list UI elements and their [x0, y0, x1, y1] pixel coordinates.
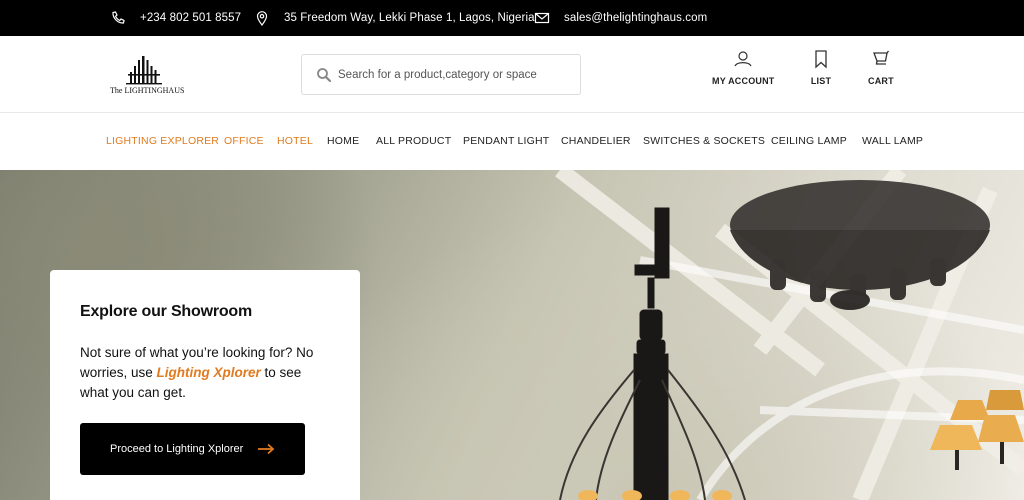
address-text: 35 Freedom Way, Lekki Phase 1, Lagos, Ni… [284, 12, 535, 24]
email-contact[interactable]: sales@thelightinghaus.com [534, 0, 707, 36]
cart-button[interactable]: CART [868, 48, 894, 86]
site-header: The LIGHTINGHAUS MY ACCOUNT LIST CART [0, 36, 1024, 113]
mail-icon [534, 12, 550, 24]
my-account-button[interactable]: MY ACCOUNT [712, 48, 775, 86]
contact-bar: +234 802 501 8557 35 Freedom Way, Lekki … [0, 0, 1024, 36]
cart-label: CART [868, 76, 894, 86]
list-button[interactable]: LIST [810, 48, 832, 86]
nav-lighting-explorer[interactable]: LIGHTING EXPLORER [106, 113, 219, 170]
list-label: LIST [810, 76, 832, 86]
showroom-card: Explore our Showroom Not sure of what yo… [50, 270, 360, 500]
logo-wordmark: The LIGHTINGHAUS [110, 86, 184, 95]
card-title: Explore our Showroom [80, 303, 253, 320]
site-logo[interactable]: The LIGHTINGHAUS [108, 54, 190, 96]
nav-home[interactable]: HOME [327, 113, 359, 170]
nav-chandelier[interactable]: CHANDELIER [561, 113, 631, 170]
phone-number: +234 802 501 8557 [140, 12, 242, 24]
nav-pendant-light[interactable]: PENDANT LIGHT [463, 113, 549, 170]
bookmark-icon [815, 50, 827, 69]
address-contact: 35 Freedom Way, Lekki Phase 1, Lagos, Ni… [254, 0, 535, 36]
cart-icon [872, 50, 889, 65]
nav-hotel[interactable]: HOTEL [277, 113, 313, 170]
arrow-right-icon [258, 443, 275, 455]
search-icon [317, 67, 332, 82]
nav-ceiling-lamp[interactable]: CEILING LAMP [771, 113, 847, 170]
phone-icon [112, 11, 125, 24]
my-account-label: MY ACCOUNT [712, 76, 775, 86]
proceed-to-lighting-xplorer-button[interactable]: Proceed to Lighting Xplorer [80, 423, 305, 475]
email-address: sales@thelightinghaus.com [564, 12, 708, 24]
nav-office[interactable]: OFFICE [224, 113, 264, 170]
main-nav: LIGHTING EXPLORER OFFICE HOTEL HOME ALL … [0, 113, 1024, 170]
nav-wall-lamp[interactable]: WALL LAMP [862, 113, 923, 170]
nav-all-product[interactable]: ALL PRODUCT [376, 113, 451, 170]
lighting-xplorer-link[interactable]: Lighting Xplorer [157, 365, 261, 380]
search-bar[interactable] [301, 54, 581, 95]
card-description: Not sure of what you’re looking for? No … [80, 343, 330, 403]
nav-switches-sockets[interactable]: SWITCHES & SOCKETS [643, 113, 765, 170]
proceed-button-label: Proceed to Lighting Xplorer [110, 443, 244, 455]
phone-contact[interactable]: +234 802 501 8557 [110, 0, 241, 36]
search-input[interactable] [338, 68, 568, 81]
user-icon [734, 51, 752, 67]
location-pin-icon [256, 11, 268, 26]
